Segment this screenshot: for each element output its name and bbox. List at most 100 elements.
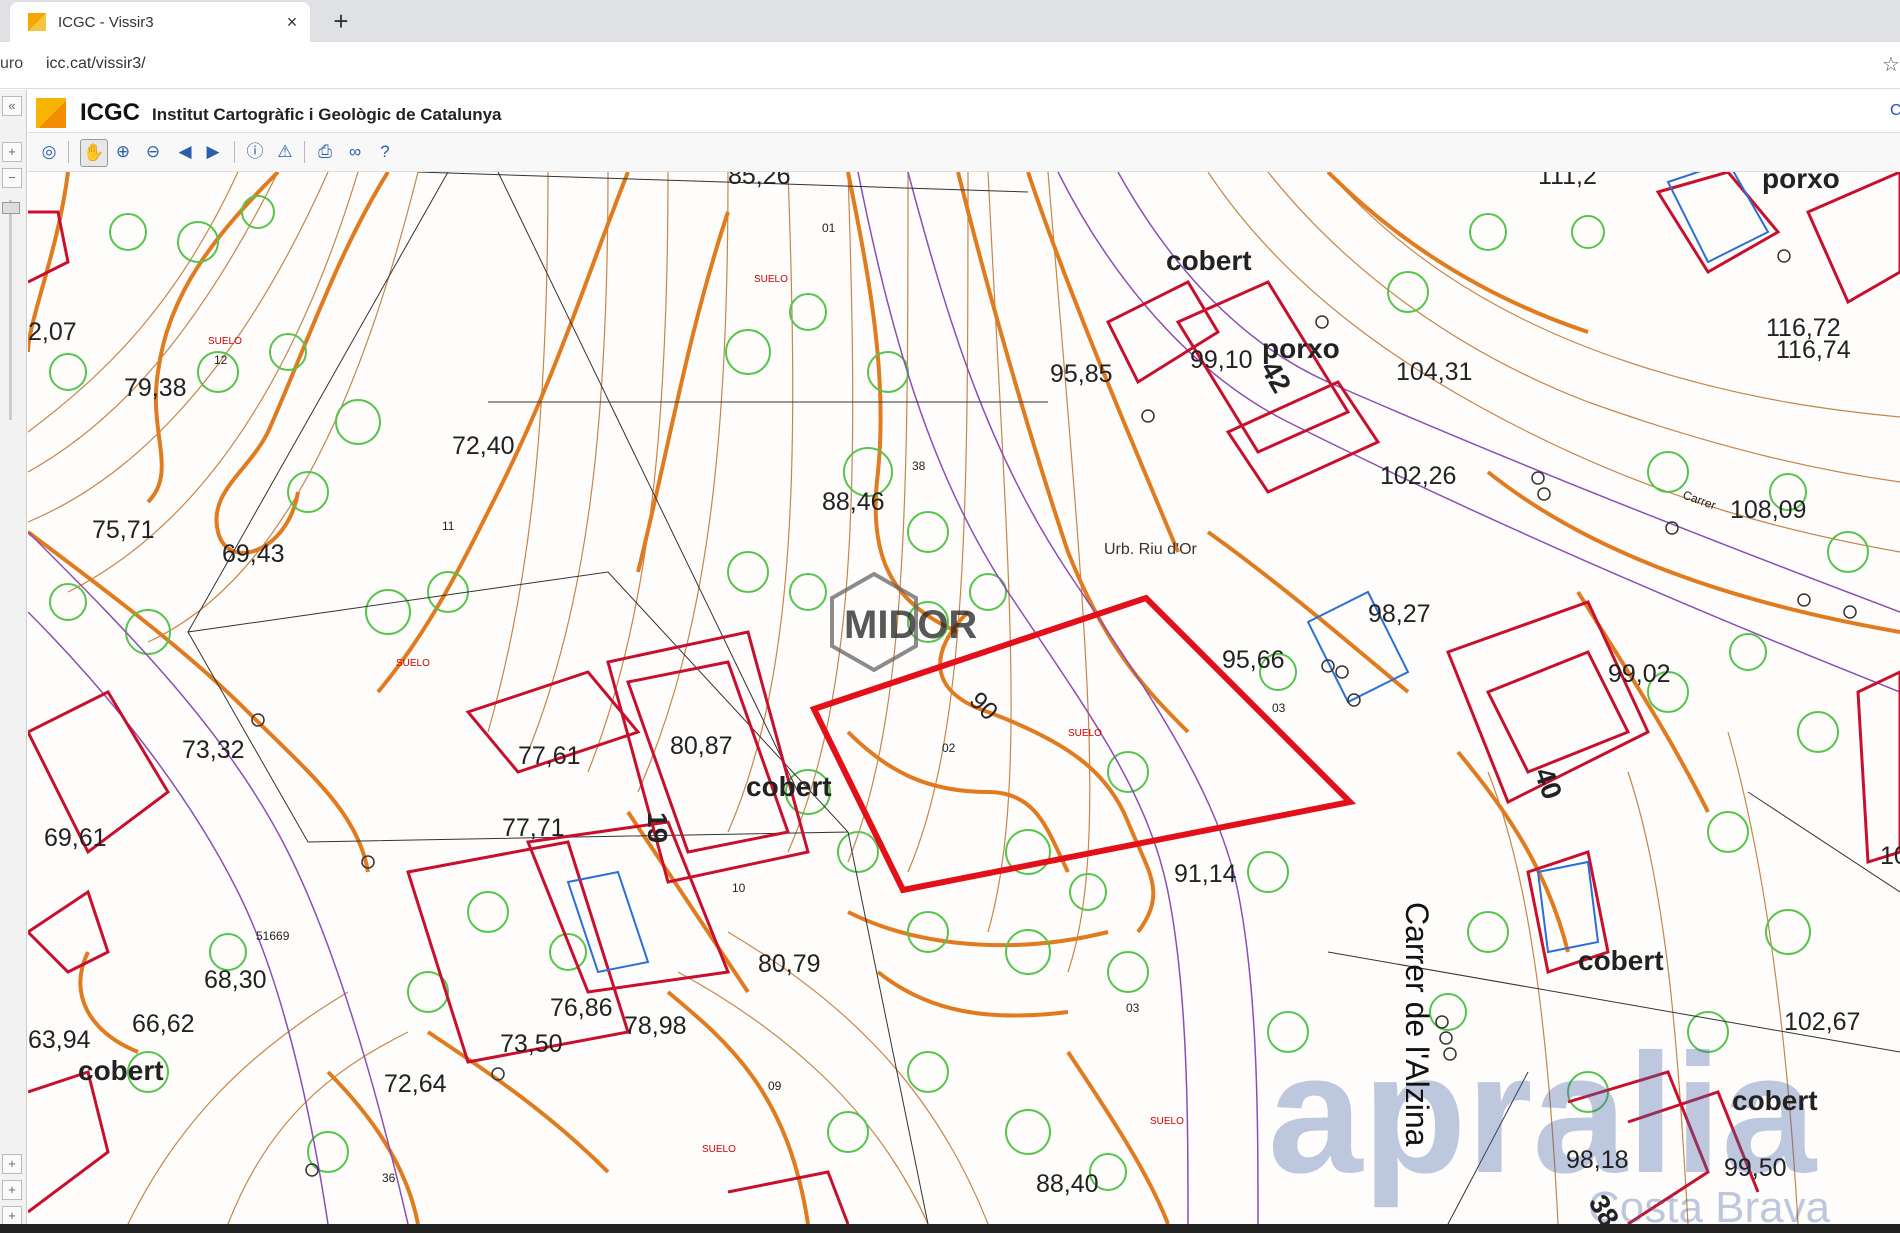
toolbar-separator xyxy=(234,141,235,163)
elevation-label: 73,32 xyxy=(182,736,245,764)
elevation-label: 99,02 xyxy=(1608,660,1671,688)
security-label[interactable]: uro xyxy=(0,55,23,73)
elevation-label: 68,30 xyxy=(204,966,267,994)
zoom-slider-track[interactable] xyxy=(9,200,12,420)
plot-number: 03 xyxy=(1126,1001,1140,1015)
elevation-label: 63,94 xyxy=(28,1026,91,1054)
zoom-minus-icon[interactable]: − xyxy=(2,168,22,188)
zoom-slider-handle[interactable] xyxy=(2,202,20,214)
elevation-label: 99,10 xyxy=(1190,346,1253,374)
plot-number: 12 xyxy=(214,353,228,367)
link-icon[interactable]: ∞ xyxy=(342,139,368,165)
hand-icon[interactable]: ✋ xyxy=(80,139,108,167)
elevation-label: 77,71 xyxy=(502,814,565,842)
elevation-label: 99,50 xyxy=(1724,1154,1787,1182)
bookmark-star-icon[interactable]: ☆ xyxy=(1882,52,1900,77)
globe-icon[interactable]: ◎ xyxy=(36,139,62,165)
address-bar[interactable]: uro icc.cat/vissir3/ ☆ xyxy=(0,42,1900,89)
elevation-label: 72,64 xyxy=(384,1070,447,1098)
elevation-label: 80,79 xyxy=(758,950,821,978)
plot-number: 11 xyxy=(442,519,455,533)
bottom-edge xyxy=(0,1224,1900,1233)
side-panel-strip: « + − + + + xyxy=(0,90,27,1233)
porxo-label: porxo xyxy=(1762,172,1840,194)
browser-tab-bar: ICGC - Vissir3 × + xyxy=(0,0,1900,42)
new-tab-button[interactable]: + xyxy=(328,6,354,37)
logo-text: ICGC xyxy=(80,99,140,126)
elevation-label: 88,40 xyxy=(1036,1170,1099,1198)
elevation-label: 95,85 xyxy=(1050,360,1113,388)
suelo-label: SUELO xyxy=(396,658,430,669)
map-toolbar: ◎ ✋ ⊕ ⊖ ◀ ▶ ⓘ ⚠ ⎙ ∞ ? xyxy=(28,133,1900,172)
elevation-label: 10 xyxy=(1880,842,1900,870)
app-header: ICGC Institut Cartogràfic i Geològic de … xyxy=(28,90,1900,133)
elevation-label: 72,40 xyxy=(452,432,515,460)
icgc-logo-icon xyxy=(36,98,66,128)
favicon-icon xyxy=(28,13,46,31)
elevation-label: 77,61 xyxy=(518,742,581,770)
midor-watermark-text: MIDOR xyxy=(844,603,977,647)
elevation-label: 116,74 xyxy=(1776,336,1851,364)
tab-close-button[interactable]: × xyxy=(280,12,304,33)
building-number: 03 xyxy=(1272,701,1286,715)
plot-number: 09 xyxy=(768,1079,782,1093)
cobert-label: cobert xyxy=(1578,945,1664,976)
building-number: 36 xyxy=(382,1171,396,1185)
panel-plus-icon-1[interactable]: + xyxy=(2,1154,22,1174)
elevation-label: 102,67 xyxy=(1784,1008,1860,1036)
suelo-label: SUELO xyxy=(702,1144,736,1155)
elevation-label: 69,61 xyxy=(44,824,107,852)
elevation-label: 91,14 xyxy=(1174,860,1237,888)
info-icon[interactable]: ⓘ xyxy=(242,139,268,165)
zoom-plus-icon[interactable]: + xyxy=(2,142,22,162)
print-icon[interactable]: ⎙ xyxy=(312,139,338,165)
panel-plus-icon-2[interactable]: + xyxy=(2,1180,22,1200)
help-icon[interactable]: ? xyxy=(372,139,398,165)
elevation-label: 85,26 xyxy=(728,172,791,190)
house-number-19: 19 xyxy=(642,812,673,843)
plot-number: 02 xyxy=(942,741,956,755)
elevation-label: 98,27 xyxy=(1368,600,1431,628)
elevation-label: 111,2 xyxy=(1538,172,1597,190)
header-link[interactable]: C xyxy=(1890,102,1900,120)
zoom-out-icon[interactable]: ⊖ xyxy=(140,139,166,165)
collapse-panel-icon[interactable]: « xyxy=(2,96,22,116)
cobert-label: cobert xyxy=(1732,1085,1818,1116)
elevation-label: 66,62 xyxy=(132,1010,195,1038)
warning-icon[interactable]: ⚠ xyxy=(272,139,298,165)
plot-number: 01 xyxy=(822,221,836,235)
forward-icon[interactable]: ▶ xyxy=(200,139,226,165)
toolbar-separator xyxy=(304,141,305,163)
map-canvas[interactable]: MIDOR apralia Costa Brava 85,26 111,2 79… xyxy=(28,172,1900,1224)
elevation-label: 88,46 xyxy=(822,488,885,516)
elevation-label: 76,86 xyxy=(550,994,613,1022)
elevation-label: 79,38 xyxy=(124,374,187,402)
suelo-label: SUELO xyxy=(1150,1116,1184,1127)
elevation-label: 69,43 xyxy=(222,540,285,568)
elevation-label: 75,71 xyxy=(92,516,155,544)
institute-name: Institut Cartogràfic i Geològic de Catal… xyxy=(152,105,502,124)
building-number: 10 xyxy=(732,881,746,895)
elevation-label: 78,98 xyxy=(624,1012,687,1040)
zoom-in-icon[interactable]: ⊕ xyxy=(110,139,136,165)
apralia-watermark: apralia Costa Brava xyxy=(1268,1019,1831,1224)
elevation-label: 2,07 xyxy=(28,318,77,346)
cobert-label: cobert xyxy=(746,771,832,802)
elevation-label: 98,18 xyxy=(1566,1146,1629,1174)
topographic-map[interactable]: MIDOR apralia Costa Brava 85,26 111,2 79… xyxy=(28,172,1900,1224)
carrer-small-label: Carrer xyxy=(1681,488,1718,513)
cobert-label: cobert xyxy=(78,1055,164,1086)
panel-plus-icon-3[interactable]: + xyxy=(2,1206,22,1226)
browser-tab[interactable]: ICGC - Vissir3 × xyxy=(10,2,310,42)
elevation-label: 73,50 xyxy=(500,1030,563,1058)
contour-label-90: 90 xyxy=(964,686,1003,725)
elevation-label: 80,87 xyxy=(670,732,733,760)
tab-title: ICGC - Vissir3 xyxy=(58,13,154,31)
toolbar-separator xyxy=(68,141,69,163)
parcel-ref-label: 51669 xyxy=(256,929,290,943)
back-icon[interactable]: ◀ xyxy=(172,139,198,165)
urbanization-label: Urb. Riu d'Or xyxy=(1104,541,1198,558)
url-text[interactable]: icc.cat/vissir3/ xyxy=(46,55,146,73)
elevation-label: 102,26 xyxy=(1380,462,1456,490)
cobert-label: cobert xyxy=(1166,245,1252,276)
